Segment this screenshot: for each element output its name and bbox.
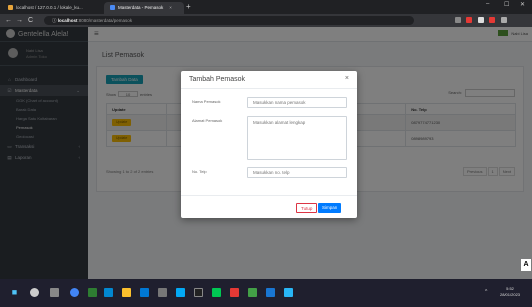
alamat-pemasok-textarea[interactable] (247, 116, 347, 160)
app-icon[interactable] (266, 288, 275, 297)
windows-start-icon[interactable]: ■ (10, 288, 19, 297)
page-favicon-icon (110, 5, 115, 10)
app-icon[interactable] (230, 288, 239, 297)
browser-toolbar: ← → C ⓘ localhost:8080/masterdata/pemaso… (0, 14, 532, 27)
floating-badge[interactable]: A (521, 259, 531, 271)
maximize-icon[interactable]: ☐ (504, 1, 509, 8)
close-icon[interactable]: × (345, 75, 349, 83)
search-icon[interactable] (30, 288, 39, 297)
app-icon[interactable] (248, 288, 257, 297)
profile-icon[interactable] (500, 17, 507, 23)
browser-tab-phpmyadmin[interactable]: localhost / 127.0.0.1 / lokale_ku... (2, 2, 102, 14)
tray-chevron-icon[interactable]: ^ (485, 289, 487, 295)
browser-tab-pemasok[interactable]: Masterdata - Pemasok × (104, 2, 184, 14)
add-supplier-modal: Tambah Pemasok × Nama Pemasok Alamat Pem… (181, 71, 357, 218)
file-explorer-icon[interactable] (122, 288, 131, 297)
modal-title: Tambah Pemasok (189, 76, 246, 83)
modal-backdrop[interactable]: Tambah Pemasok × Nama Pemasok Alamat Pem… (0, 27, 532, 279)
app-icon[interactable] (176, 288, 185, 297)
url-host: localhost (57, 18, 78, 23)
close-tab-icon[interactable]: × (169, 5, 172, 10)
reload-icon[interactable]: C (28, 15, 33, 26)
app-icon[interactable] (212, 288, 221, 297)
field-label-alamat: Alamat Pemasok (192, 118, 223, 123)
forward-icon[interactable]: → (16, 15, 23, 26)
app-icon[interactable] (194, 288, 203, 297)
extension-icon[interactable] (477, 17, 484, 23)
phpmyadmin-icon (8, 5, 13, 10)
extension-icon[interactable] (466, 17, 473, 23)
browser-tab-bar: localhost / 127.0.0.1 / lokale_ku... Mas… (0, 0, 532, 14)
clock-date: 28/01/2023 (500, 292, 521, 297)
edge-icon[interactable] (140, 288, 149, 297)
site-info-icon[interactable]: ⓘ (52, 18, 57, 23)
app-icon[interactable] (104, 288, 113, 297)
tab-title: localhost / 127.0.0.1 / lokale_ku... (16, 5, 83, 10)
extension-icon[interactable] (455, 17, 461, 23)
new-tab-button[interactable]: + (186, 2, 191, 12)
minimize-icon[interactable]: – (486, 1, 489, 7)
taskbar: ■ ^ 5:52 28/01/2023 (0, 279, 532, 307)
taskbar-clock[interactable]: 5:52 28/01/2023 (500, 286, 520, 298)
url-path: :8080/masterdata/pemasok (77, 18, 133, 23)
no-telp-input[interactable] (247, 167, 347, 178)
vscode-icon[interactable] (284, 288, 293, 297)
nama-pemasok-input[interactable] (247, 97, 347, 108)
modal-header: Tambah Pemasok × (181, 71, 357, 89)
extension-icon[interactable] (489, 17, 496, 23)
tab-title: Masterdata - Pemasok (118, 5, 164, 10)
close-button[interactable]: Tutup (296, 203, 318, 213)
app-icon[interactable] (158, 288, 167, 297)
task-view-icon[interactable] (50, 288, 59, 297)
back-icon[interactable]: ← (5, 15, 12, 26)
extensions-area (455, 17, 511, 24)
app-icon[interactable] (88, 288, 97, 297)
field-label-telp: No. Telp (192, 169, 207, 174)
address-bar[interactable]: ⓘ localhost:8080/masterdata/pemasok (44, 16, 414, 25)
save-button[interactable]: Simpan (318, 203, 342, 213)
modal-footer: Tutup Simpan (181, 195, 357, 218)
field-label-nama: Nama Pemasok (192, 99, 221, 104)
close-window-icon[interactable]: ✕ (520, 1, 525, 8)
chrome-icon[interactable] (70, 288, 79, 297)
